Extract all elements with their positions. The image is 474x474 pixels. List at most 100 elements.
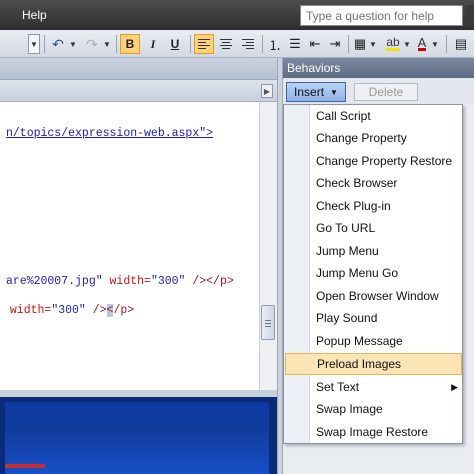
code-view[interactable]: n/topics/expression-web.aspx"> are%20007…	[0, 102, 259, 390]
document-tab-strip	[0, 58, 277, 80]
borders-button[interactable]: ▦	[352, 34, 368, 54]
code-url: n/topics/expression-web.aspx">	[6, 127, 214, 140]
delete-button[interactable]: Delete	[354, 83, 418, 101]
formatting-toolbar: ▼ ↶ ▼ ↷ ▼ B I U ⒈ ☰ ⇤ ⇥ ▦ ▼ ab ▼ A ▼ ▤	[0, 30, 474, 58]
menu-item-change-property-restore[interactable]: Change Property Restore	[285, 150, 462, 172]
menu-item-label: Change Property Restore	[316, 154, 453, 168]
code-attr: width=	[102, 275, 151, 288]
layout-icon: ▤	[454, 36, 468, 51]
menu-item-label: Swap Image Restore	[316, 425, 429, 439]
insert-label: Insert	[294, 85, 325, 99]
menu-item-label: Jump Menu Go	[316, 266, 399, 280]
chevron-down-icon: ▼	[69, 39, 77, 49]
behaviors-list-area	[283, 444, 474, 474]
code-tag: /p>	[113, 304, 135, 317]
highlight-icon: ab	[386, 35, 400, 51]
menu-item-label: Swap Image	[316, 402, 383, 416]
chevron-down-icon: ▼	[403, 39, 411, 49]
menu-item-label: Popup Message	[316, 334, 403, 348]
toolbar-separator	[190, 35, 191, 53]
submenu-arrow-icon: ▶	[451, 382, 458, 392]
menu-item-label: Check Browser	[316, 176, 398, 190]
chevron-down-icon: ▼	[330, 87, 338, 97]
bold-button[interactable]: B	[120, 34, 140, 54]
undo-button[interactable]: ↶	[48, 34, 68, 54]
code-attr: width=	[3, 304, 52, 317]
menu-item-change-property[interactable]: Change Property	[285, 127, 462, 149]
menubar-edge	[465, 5, 474, 26]
menu-item-label: Check Plug-in	[316, 199, 391, 213]
indent-icon: ⇥	[329, 36, 341, 51]
design-red-bar	[5, 464, 45, 468]
increase-indent-button[interactable]: ⇥	[326, 34, 344, 54]
code-attr-value: "300"	[51, 304, 86, 317]
menu-item-call-script[interactable]: Call Script	[285, 105, 462, 127]
menu-item-jump-menu-go[interactable]: Jump Menu Go	[285, 262, 462, 284]
font-color-button[interactable]: A	[414, 34, 430, 54]
menu-item-popup-message[interactable]: Popup Message	[285, 330, 462, 352]
panel-edge	[463, 104, 474, 474]
redo-button[interactable]: ↷	[82, 34, 102, 54]
font-size-dropdown[interactable]: ▼	[28, 34, 40, 54]
redo-icon: ↷	[86, 35, 98, 52]
menu-item-label: Play Sound	[316, 311, 378, 325]
menu-item-set-text[interactable]: Set Text ▶	[285, 376, 462, 398]
borders-dropdown[interactable]: ▼	[368, 34, 378, 54]
menu-item-label: Jump Menu	[316, 244, 379, 258]
italic-label: I	[150, 36, 156, 51]
menu-bar: Help	[0, 0, 474, 30]
question-input[interactable]	[300, 5, 463, 26]
scrollbar-thumb[interactable]	[261, 305, 275, 340]
outdent-icon: ⇤	[309, 36, 321, 51]
menu-item-play-sound[interactable]: Play Sound	[285, 307, 462, 329]
delete-label: Delete	[368, 85, 404, 99]
menu-item-swap-image[interactable]: Swap Image	[285, 398, 462, 420]
menu-item-jump-menu[interactable]: Jump Menu	[285, 240, 462, 262]
menu-item-label: Open Browser Window	[316, 289, 439, 303]
editor-splitter[interactable]	[0, 390, 277, 397]
align-left-icon	[198, 39, 210, 49]
highlight-button[interactable]: ab	[384, 34, 402, 54]
font-color-dropdown[interactable]: ▼	[430, 34, 440, 54]
chevron-down-icon: ▼	[103, 39, 111, 49]
toolbar-separator	[262, 35, 263, 53]
undo-icon: ↶	[52, 35, 64, 52]
behaviors-panel-title: Behaviors	[283, 58, 474, 78]
align-right-button[interactable]	[238, 34, 258, 54]
menu-item-swap-image-restore[interactable]: Swap Image Restore	[285, 421, 462, 443]
align-center-button[interactable]	[216, 34, 236, 54]
code-attr-value: "300"	[150, 275, 186, 288]
layout-button[interactable]: ▤	[452, 34, 470, 54]
code-line: are%20007.jpg" width="300" /></p>	[6, 275, 234, 288]
menu-item-check-plug-in[interactable]: Check Plug-in	[285, 195, 462, 217]
redo-dropdown[interactable]: ▼	[102, 34, 112, 54]
insert-button[interactable]: Insert ▼	[286, 82, 346, 102]
underline-button[interactable]: U	[165, 34, 185, 54]
scroll-right-button[interactable]: ▶	[261, 84, 273, 98]
menu-item-check-browser[interactable]: Check Browser	[285, 172, 462, 194]
menu-help[interactable]: Help	[22, 8, 47, 22]
borders-icon: ▦	[353, 36, 367, 51]
menu-item-preload-images[interactable]: Preload Images	[285, 353, 462, 375]
code-tag: />	[85, 304, 107, 317]
toolbar-separator	[44, 35, 45, 53]
menu-item-go-to-url[interactable]: Go To URL	[285, 217, 462, 239]
menu-item-label: Preload Images	[317, 357, 402, 371]
underline-label: U	[170, 37, 180, 51]
code-src-value: are%20007.jpg"	[6, 275, 103, 288]
highlight-dropdown[interactable]: ▼	[402, 34, 412, 54]
align-left-button[interactable]	[194, 34, 214, 54]
undo-dropdown[interactable]: ▼	[68, 34, 78, 54]
bullet-list-button[interactable]: ☰	[286, 34, 304, 54]
code-line: width="300" /></p>	[3, 304, 134, 317]
menu-item-open-browser-window[interactable]: Open Browser Window	[285, 285, 462, 307]
menu-item-label: Change Property	[316, 131, 407, 145]
code-tag: /></p>	[185, 275, 234, 288]
chevron-right-icon: ▶	[263, 86, 271, 96]
numbered-list-button[interactable]: ⒈	[266, 34, 284, 54]
italic-button[interactable]: I	[143, 34, 163, 54]
vertical-scrollbar[interactable]	[259, 102, 277, 390]
bold-label: B	[125, 37, 135, 51]
bullet-list-icon: ☰	[289, 36, 301, 51]
decrease-indent-button[interactable]: ⇤	[306, 34, 324, 54]
